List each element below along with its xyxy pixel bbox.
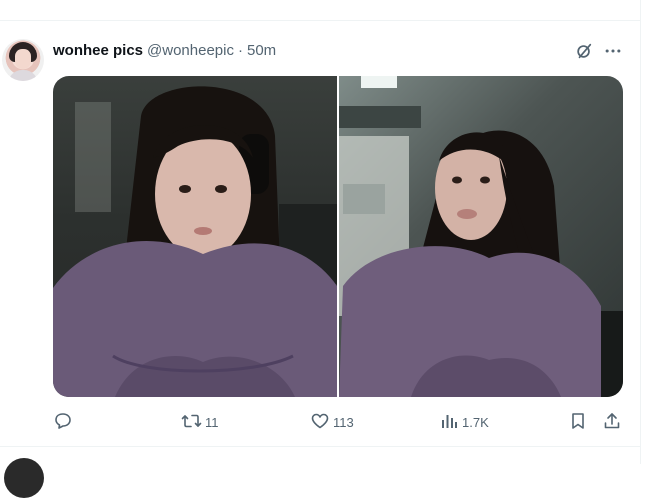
retweet-button[interactable]: 11 [181,404,219,440]
separator-dot: · [237,41,243,59]
photo-right[interactable] [339,76,623,397]
display-name[interactable]: wonhee pics [53,42,143,59]
tweet-actions: 11 113 1.7K [53,404,623,440]
timeline-border [640,0,641,464]
user-handle[interactable]: @wonheepic [147,42,234,59]
like-button[interactable]: 113 [310,404,354,440]
tweet[interactable]: wonhee pics @wonheepic · 50m 11 113 1.7K [0,21,640,446]
more-icon[interactable] [603,41,623,61]
retweet-icon [181,411,202,434]
reply-button[interactable] [53,404,73,440]
tweet-media[interactable] [53,76,623,397]
reply-icon [53,411,73,434]
like-icon [310,411,330,434]
tweet-header: wonhee pics @wonheepic · 50m [53,40,276,60]
share-icon [602,411,622,434]
next-tweet-avatar[interactable] [4,458,44,498]
grok-icon[interactable] [574,41,594,61]
retweet-count: 11 [205,414,219,430]
tweet-divider-bottom [0,446,640,447]
views-button[interactable]: 1.7K [439,404,489,440]
views-icon [439,411,459,434]
like-count: 113 [333,414,354,430]
photo-left[interactable] [53,76,337,397]
avatar[interactable] [2,39,44,81]
share-button[interactable] [602,404,622,440]
timestamp[interactable]: 50m [247,42,276,59]
bookmark-button[interactable] [568,404,588,440]
bookmark-icon [568,411,588,434]
views-count: 1.7K [462,414,489,430]
